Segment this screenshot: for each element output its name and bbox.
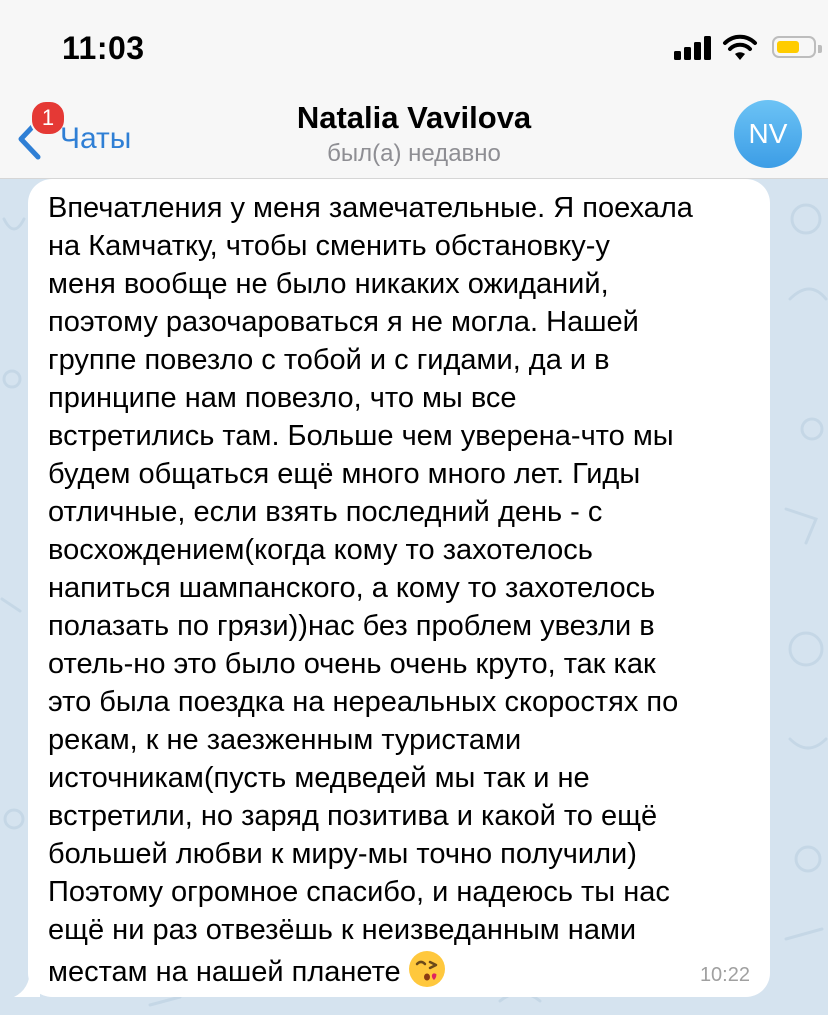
message-line: это была поездка на нереальных скоростях… — [48, 686, 679, 718]
chat-title: Natalia Vavilova — [296, 100, 532, 135]
message-line: Поэтому огромное спасибо, и надеюсь ты н… — [48, 876, 670, 908]
message-line: полазать по грязи))нас без проблем увезл… — [48, 610, 655, 642]
message-line: большей любви к миру-мы точно получили) — [48, 838, 637, 870]
message-line: отличные, если взять последний день - с — [48, 496, 603, 528]
message-line: рекам, к не заезженным туристами — [48, 724, 522, 756]
message-line: напиться шампанского, а кому то захотело… — [48, 572, 656, 604]
cellular-signal-icon — [674, 36, 714, 60]
message-line: меня вообще не было никаких ожиданий, — [48, 268, 609, 300]
message-line: встретились там. Больше чем уверена-что … — [48, 420, 674, 452]
message-line: поэтому разочароваться я не могла. Нашей — [48, 306, 639, 338]
message-line: местам на нашей планете — [48, 956, 401, 988]
message-line: группе повезло с тобой и с гидами, да и … — [48, 344, 610, 376]
message-line: принципе нам повезло, что мы все — [48, 382, 517, 414]
message-line: отель-но это было очень очень круто, так… — [48, 648, 656, 680]
status-time: 11:03 — [62, 30, 145, 66]
message-time: 10:22 — [699, 964, 750, 986]
message-line: восхождением(когда кому то захотелось — [48, 534, 593, 566]
face-blowing-a-kiss-icon — [408, 951, 445, 987]
message-line: Впечатления у меня замечательные. Я поех… — [48, 192, 693, 224]
battery-icon — [772, 36, 822, 58]
last-seen-status: был(а) недавно — [327, 140, 501, 167]
message-bubble[interactable]: Впечатления у меня замечательные. Я поех… — [28, 179, 770, 997]
status-bar: 11:03 — [0, 0, 828, 92]
message-line: на Камчатку, чтобы сменить обстановку-у — [48, 230, 610, 262]
message-line: будем общаться ещё много много лет. Гиды — [48, 458, 641, 490]
bubble-tail — [14, 969, 40, 997]
chat-background: Впечатления у меня замечательные. Я поех… — [0, 179, 828, 1015]
chat-header: 1 Чаты Natalia Vavilova был(а) недавно N… — [0, 92, 828, 179]
message-text: Впечатления у меня замечательные. Я поех… — [48, 189, 752, 991]
message-line: ещё ни раз отвезёшь к неизведанным нами — [48, 914, 637, 946]
message-line: встретили, но заряд позитива и какой то … — [48, 800, 658, 832]
avatar[interactable]: NV — [734, 100, 802, 168]
wifi-icon — [723, 34, 757, 60]
message-line: источникам(пусть медведей мы так и не — [48, 762, 590, 794]
